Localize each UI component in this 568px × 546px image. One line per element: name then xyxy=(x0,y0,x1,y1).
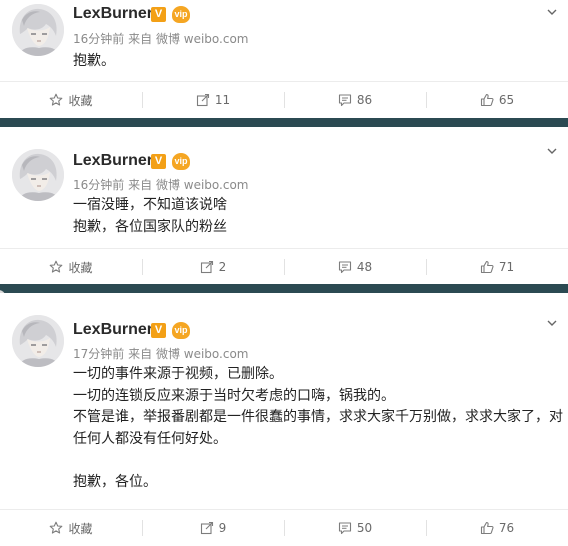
post-content: 抱歉。 xyxy=(73,50,115,72)
star-icon xyxy=(50,521,63,534)
post-time[interactable]: 16分钟前 xyxy=(73,32,124,46)
chevron-down-icon[interactable] xyxy=(546,6,558,18)
content-line: 任何人都没有任何好处。 xyxy=(73,430,227,447)
post-source[interactable]: 微博 weibo.com xyxy=(156,32,249,46)
comment-count: 48 xyxy=(356,260,373,274)
post-content: 一切的事件来源于视频，已删除。 一切的连锁反应来源于当时欠考虑的口嗨，锅我的。 … xyxy=(73,364,563,493)
favorite-button[interactable]: 收藏 xyxy=(0,82,142,118)
post-content: 一宿没睡，不知道该说啥 抱歉，各位国家队的粉丝 xyxy=(73,194,227,238)
post-separator xyxy=(0,284,568,293)
repost-icon xyxy=(200,521,213,535)
post-source[interactable]: 微博 weibo.com xyxy=(156,178,249,192)
repost-button[interactable]: 11 xyxy=(142,82,284,118)
content-line: 抱歉。 xyxy=(73,53,115,69)
content-line xyxy=(73,450,563,472)
content-line: 一切的事件来源于视频，已删除。 xyxy=(73,366,283,382)
thumbs-up-icon xyxy=(480,521,494,535)
like-button[interactable]: 65 xyxy=(426,82,568,118)
verified-icon: V xyxy=(151,323,166,338)
action-bar: 收藏 2 48 71 xyxy=(0,248,568,285)
post-source[interactable]: 微博 weibo.com xyxy=(156,347,249,361)
post-time[interactable]: 17分钟前 xyxy=(73,347,124,361)
like-count: 65 xyxy=(498,93,515,107)
comment-icon xyxy=(338,261,351,274)
comment-icon xyxy=(338,522,351,535)
avatar[interactable] xyxy=(12,4,64,56)
avatar[interactable] xyxy=(12,315,64,367)
vip-icon: vip xyxy=(172,6,190,23)
repost-count: 2 xyxy=(218,260,227,274)
content-line: 一宿没睡，不知道该说啥 xyxy=(73,197,227,213)
post-meta: 17分钟前 来自 微博 weibo.com xyxy=(73,346,249,362)
thumbs-up-icon xyxy=(480,260,494,274)
comment-count: 86 xyxy=(356,93,373,107)
repost-button[interactable]: 2 xyxy=(142,249,284,285)
repost-icon xyxy=(200,260,213,274)
weibo-post: LexBurner V vip 16分钟前 来自 微博 weibo.com 抱歉… xyxy=(0,0,568,117)
favorite-label: 收藏 xyxy=(68,260,93,275)
vip-icon: vip xyxy=(172,153,190,170)
comment-button[interactable]: 86 xyxy=(284,82,426,118)
source-prefix: 来自 xyxy=(128,178,153,192)
star-icon xyxy=(50,93,63,106)
post-separator xyxy=(0,118,568,127)
action-bar: 收藏 11 86 65 xyxy=(0,81,568,118)
content-line: 抱歉，各位。 xyxy=(73,473,157,490)
repost-count: 9 xyxy=(218,521,227,535)
action-bar: 收藏 9 50 76 xyxy=(0,509,568,546)
post-meta: 16分钟前 来自 微博 weibo.com xyxy=(73,31,249,47)
chevron-down-icon[interactable] xyxy=(546,145,558,157)
vip-icon: vip xyxy=(172,322,190,339)
content-line: 一切的连锁反应来源于当时欠考虑的口嗨，锅我的。 xyxy=(73,387,395,404)
repost-icon xyxy=(196,93,209,107)
thumbs-up-icon xyxy=(480,93,494,107)
avatar[interactable] xyxy=(12,149,64,201)
chevron-down-icon[interactable] xyxy=(546,317,558,329)
repost-count: 11 xyxy=(214,93,231,107)
like-count: 71 xyxy=(498,260,515,274)
content-line: 抱歉，各位国家队的粉丝 xyxy=(73,219,227,235)
comment-count: 50 xyxy=(356,521,373,535)
favorite-label: 收藏 xyxy=(68,93,93,108)
weibo-post: LexBurner V vip 17分钟前 来自 微博 weibo.com 一切… xyxy=(0,293,568,541)
verified-icon: V xyxy=(151,154,166,169)
like-count: 76 xyxy=(498,521,515,535)
source-prefix: 来自 xyxy=(128,32,153,46)
post-meta: 16分钟前 来自 微博 weibo.com xyxy=(73,177,249,193)
like-button[interactable]: 71 xyxy=(426,249,568,285)
comment-button[interactable]: 48 xyxy=(284,249,426,285)
content-line: 不管是谁，举报番剧都是一件很蠢的事情，求求大家千万别做，求求大家了，对 xyxy=(73,409,563,425)
comment-icon xyxy=(338,94,351,107)
username[interactable]: LexBurner xyxy=(73,4,153,24)
favorite-button[interactable]: 收藏 xyxy=(0,249,142,285)
username[interactable]: LexBurner xyxy=(73,151,153,171)
username[interactable]: LexBurner xyxy=(73,320,153,340)
weibo-post: LexBurner V vip 16分钟前 来自 微博 weibo.com 一宿… xyxy=(0,127,568,284)
post-time[interactable]: 16分钟前 xyxy=(73,178,124,192)
source-prefix: 来自 xyxy=(128,347,153,361)
verified-icon: V xyxy=(151,7,166,22)
star-icon xyxy=(50,260,63,273)
favorite-label: 收藏 xyxy=(68,521,93,536)
